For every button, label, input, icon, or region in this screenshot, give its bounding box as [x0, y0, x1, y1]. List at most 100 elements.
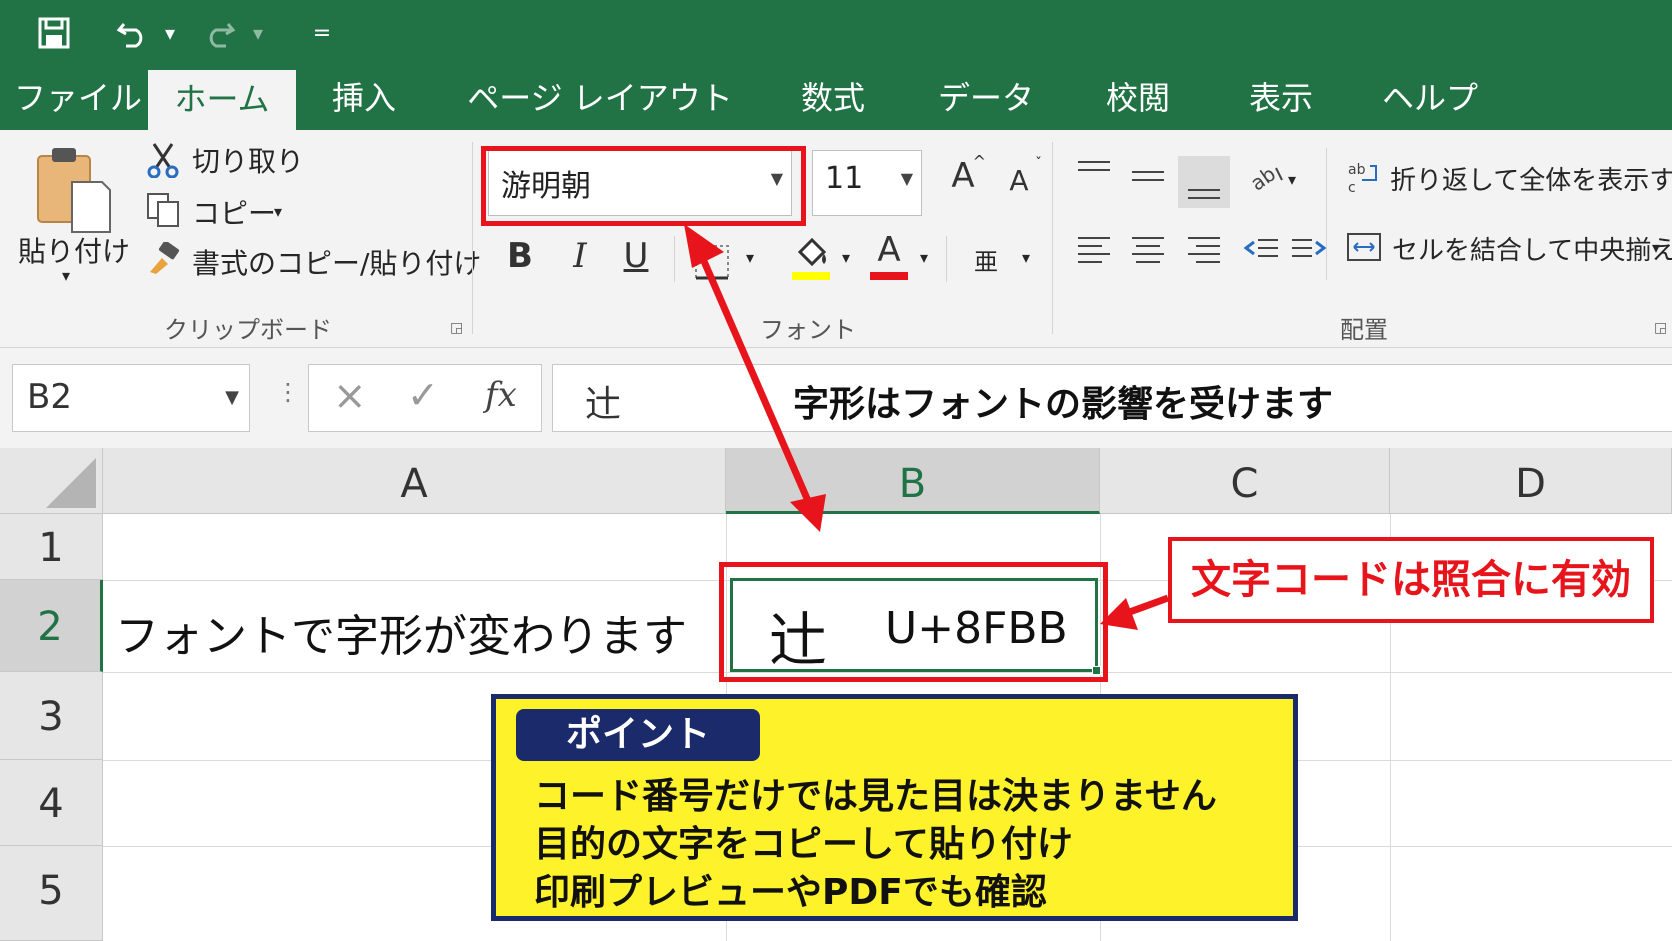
tab-page-layout[interactable]: ページ レイアウト [462, 66, 738, 130]
column-header-d[interactable]: D [1390, 448, 1672, 514]
customize-quick-access-icon[interactable]: = [310, 10, 334, 56]
copy-button[interactable]: コピー [192, 192, 276, 232]
point-tag: ポイント [516, 709, 760, 761]
select-all-button[interactable] [0, 448, 103, 514]
align-center-icon[interactable] [1130, 234, 1166, 264]
borders-icon[interactable] [692, 242, 732, 282]
tab-home[interactable]: ホーム [148, 70, 296, 130]
alignment-dialog-launcher-icon[interactable]: ◲ [1654, 320, 1667, 336]
font-color-bar [870, 272, 908, 280]
tab-help[interactable]: ヘルプ [1372, 66, 1488, 130]
italic-button[interactable]: I [560, 236, 600, 276]
clipboard-dialog-launcher-icon[interactable]: ◲ [450, 320, 463, 336]
align-bottom-icon[interactable] [1178, 156, 1230, 208]
phonetic-dropdown-icon[interactable]: ▾ [1022, 248, 1030, 267]
clipboard-group-label: クリップボード [164, 316, 332, 344]
title-bar: ▾ ▾ = [0, 0, 1672, 66]
cell-a2-text: フォントで字形が変わります [115, 611, 687, 662]
cut-button[interactable]: 切り取り [192, 140, 304, 180]
alignment-group-label: 配置 [1340, 316, 1388, 344]
tab-insert[interactable]: 挿入 [312, 66, 416, 130]
svg-text:c: c [1348, 180, 1356, 194]
code-note: 文字コードは照合に有効 [1168, 537, 1654, 623]
underline-button[interactable]: U [616, 236, 656, 276]
point-line-2: 目的の文字をコピーして貼り付け [534, 824, 1073, 865]
tab-view[interactable]: 表示 [1232, 66, 1330, 130]
redo-dropdown-icon[interactable]: ▾ [246, 10, 270, 56]
fill-color-icon[interactable] [790, 234, 832, 270]
name-box[interactable]: B2 ▼ [12, 364, 250, 432]
svg-text:ab: ab [1348, 162, 1366, 178]
fill-color-dropdown-icon[interactable]: ▾ [842, 248, 850, 267]
undo-icon[interactable] [112, 10, 154, 56]
align-middle-icon[interactable] [1130, 164, 1166, 194]
wrap-text-button[interactable]: 折り返して全体を表示する [1390, 160, 1672, 197]
wrap-text-icon[interactable]: ab c [1346, 160, 1380, 196]
paste-icon[interactable] [34, 144, 112, 236]
ribbon-tabs: ファイル ホーム 挿入 ページ レイアウト 数式 データ 校閲 表示 ヘルプ [0, 66, 1672, 130]
bold-button[interactable]: B [500, 236, 540, 276]
point-box: ポイント コード番号だけでは見た目は決まりません 目的の文字をコピーして貼り付け… [491, 694, 1298, 921]
column-header-a[interactable]: A [103, 448, 726, 514]
formula-bar-grip-icon[interactable]: ⋮ [276, 378, 300, 406]
format-painter-button[interactable]: 書式のコピー/貼り付け [192, 242, 481, 282]
copy-dropdown-icon[interactable]: ▾ [274, 202, 282, 221]
borders-dropdown-icon[interactable]: ▾ [746, 248, 754, 267]
fill-color-bar [792, 272, 830, 280]
align-left-icon[interactable] [1076, 234, 1112, 264]
tab-file[interactable]: ファイル [14, 66, 142, 130]
formula-controls: × ✓ fx [308, 364, 542, 432]
formula-input[interactable]: 辻 字形はフォントの影響を受けます [552, 364, 1672, 432]
grow-font-button[interactable]: A ^ [940, 152, 986, 196]
name-box-value: B2 [27, 377, 72, 417]
tab-formulas[interactable]: 数式 [778, 66, 888, 130]
font-name-highlight [481, 146, 806, 226]
font-group-label: フォント [760, 316, 856, 344]
decrease-indent-icon[interactable] [1243, 234, 1280, 264]
tab-review[interactable]: 校閲 [1090, 66, 1186, 130]
paste-dropdown-icon[interactable]: ▾ [62, 266, 70, 285]
font-size-combo[interactable]: 11 ▼ [812, 150, 922, 216]
column-header-c[interactable]: C [1100, 448, 1390, 514]
point-line-1: コード番号だけでは見た目は決まりません [534, 776, 1217, 817]
undo-dropdown-icon[interactable]: ▾ [158, 10, 182, 56]
cancel-icon[interactable]: × [333, 373, 367, 419]
enter-icon[interactable]: ✓ [407, 373, 439, 417]
redo-icon[interactable] [198, 10, 240, 56]
font-size-value: 11 [825, 161, 864, 196]
merge-dropdown-icon[interactable]: ▾ [1652, 238, 1660, 257]
save-icon[interactable] [34, 10, 74, 56]
shrink-font-button[interactable]: Aˇ [996, 156, 1042, 197]
svg-text:ab: ab [1246, 162, 1280, 196]
merge-center-button[interactable]: セルを結合して中央揃え [1392, 230, 1672, 267]
tab-data[interactable]: データ [924, 66, 1048, 130]
align-right-icon[interactable] [1186, 234, 1222, 264]
formula-bar: B2 ▼ ⋮ × ✓ fx 辻 字形はフォントの影響を受けます [0, 348, 1672, 448]
formula-input-value: 辻 [585, 384, 622, 425]
name-box-dropdown-icon[interactable]: ▼ [225, 387, 239, 408]
ribbon: 貼り付け ▾ 切り取り コピー ▾ 書式のコピー/貼り付け クリップボード ◲ … [0, 130, 1672, 348]
copy-icon[interactable] [146, 192, 180, 228]
font-size-dropdown-icon[interactable]: ▼ [901, 169, 913, 188]
row-header-1[interactable]: 1 [0, 514, 103, 580]
row-header-5[interactable]: 5 [0, 846, 103, 941]
cell-b2-highlight [719, 562, 1108, 682]
cut-icon[interactable] [146, 142, 180, 179]
paste-button[interactable]: 貼り付け [18, 230, 130, 270]
orientation-icon[interactable]: ab [1246, 160, 1286, 196]
cell-a2[interactable]: フォントで字形が変わります [103, 580, 726, 672]
row-header-4[interactable]: 4 [0, 760, 103, 846]
row-header-3[interactable]: 3 [0, 672, 103, 760]
row-header-2[interactable]: 2 [0, 580, 103, 672]
merge-center-icon[interactable] [1346, 230, 1382, 264]
align-top-icon[interactable] [1076, 158, 1112, 188]
point-line-3: 印刷プレビューやPDFでも確認 [534, 872, 1047, 913]
format-painter-icon[interactable] [146, 240, 182, 276]
orientation-dropdown-icon[interactable]: ▾ [1288, 170, 1296, 189]
column-header-b[interactable]: B [726, 448, 1100, 514]
phonetic-guide-button[interactable]: 亜 [974, 242, 998, 277]
font-color-dropdown-icon[interactable]: ▾ [920, 248, 928, 267]
increase-indent-icon[interactable] [1290, 234, 1327, 264]
font-color-button[interactable]: A [870, 230, 908, 270]
insert-function-icon[interactable]: fx [485, 375, 517, 415]
